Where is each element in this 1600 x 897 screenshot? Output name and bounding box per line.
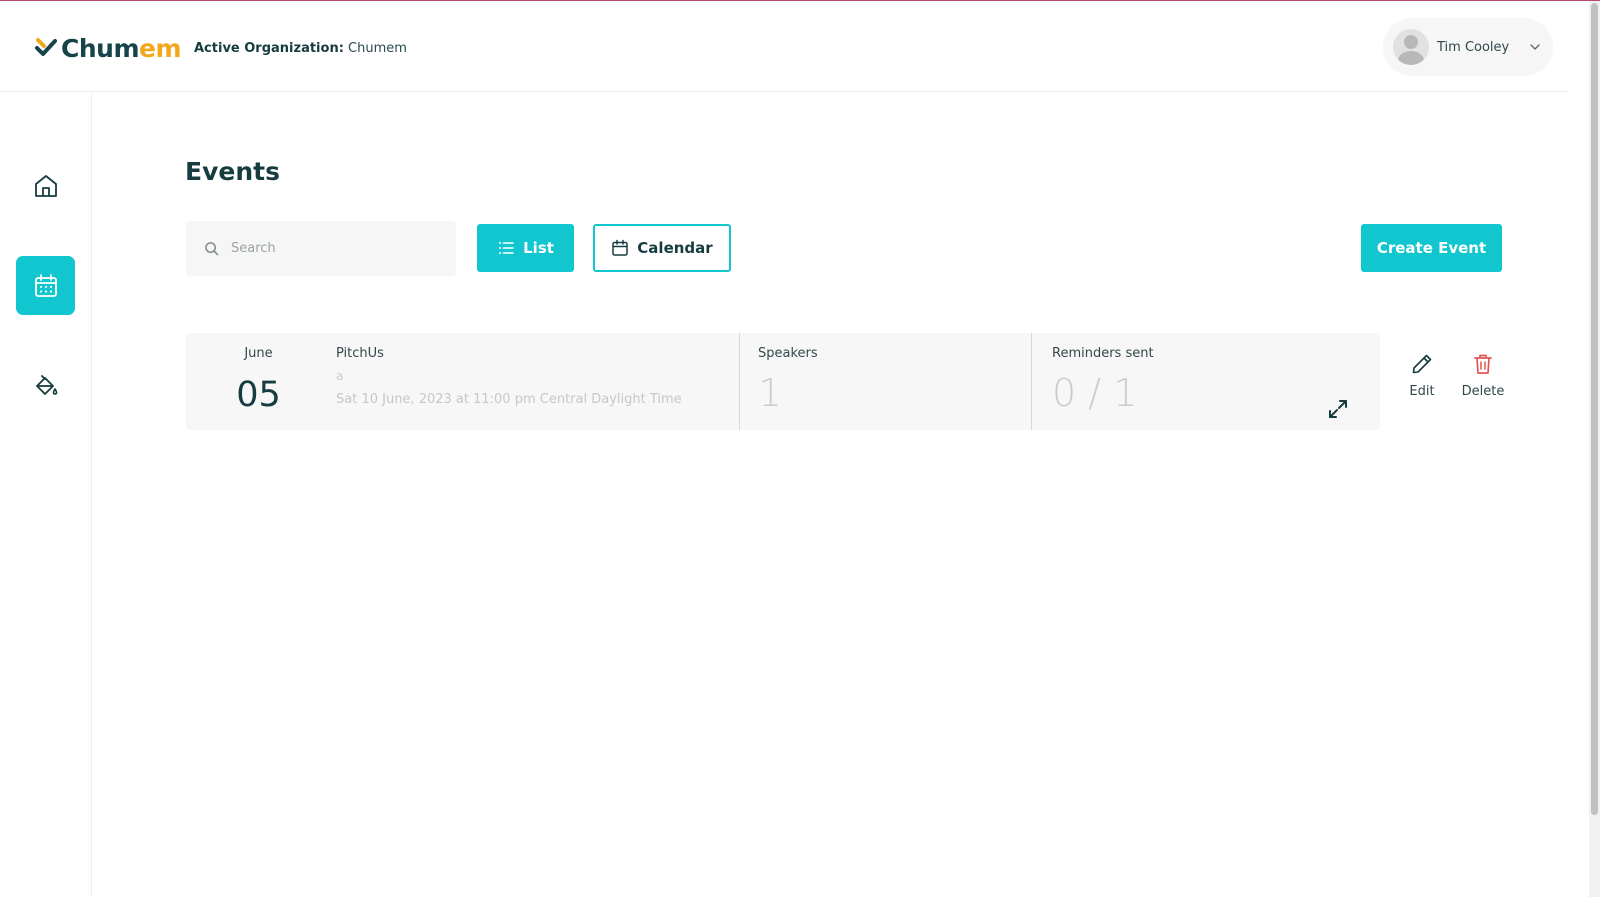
event-datetime: Sat 10 June, 2023 at 11:00 pm Central Da… — [336, 392, 682, 407]
scrollbar-thumb[interactable] — [1591, 3, 1598, 815]
user-name: Tim Cooley — [1437, 39, 1510, 55]
delete-label: Delete — [1461, 384, 1505, 399]
search-input[interactable] — [231, 241, 431, 256]
trash-icon — [1474, 354, 1492, 374]
app-header: Chumem Active Organization: Chumem Tim C… — [0, 1, 1568, 92]
logo-check-icon — [35, 38, 57, 56]
paint-bucket-icon — [35, 374, 57, 395]
calendar-icon — [612, 239, 629, 256]
event-card[interactable]: June 05 PitchUs a Sat 10 June, 2023 at 1… — [186, 333, 1380, 430]
edit-event-button[interactable]: Edit — [1392, 352, 1452, 399]
list-view-button[interactable]: List — [477, 224, 574, 272]
list-icon — [499, 242, 514, 254]
event-subtitle: a — [336, 369, 344, 383]
home-icon — [34, 174, 57, 197]
event-date: June 05 — [186, 333, 331, 430]
reminders-count: 0 / 1 — [1052, 371, 1138, 415]
delete-event-button[interactable]: Delete — [1453, 352, 1513, 399]
edit-label: Edit — [1409, 384, 1435, 399]
chevron-down-icon — [1530, 44, 1540, 50]
event-info: PitchUs a Sat 10 June, 2023 at 11:00 pm … — [336, 333, 736, 430]
reminders-label: Reminders sent — [1052, 346, 1154, 361]
reminders-column: Reminders sent 0 / 1 — [1052, 333, 1372, 430]
column-divider — [1031, 333, 1032, 430]
speakers-count: 1 — [758, 371, 783, 415]
list-view-label: List — [523, 239, 554, 257]
column-divider — [739, 333, 740, 430]
event-day: 05 — [236, 375, 281, 415]
sidebar-item-theme[interactable] — [16, 356, 75, 415]
active-organization-label: Active Organization: — [194, 41, 344, 56]
page-scrollbar[interactable] — [1589, 1, 1600, 897]
calendar-icon — [34, 273, 57, 297]
page-title: Events — [185, 157, 280, 186]
avatar — [1393, 29, 1429, 65]
search-box[interactable] — [186, 221, 456, 276]
event-month: June — [244, 346, 273, 361]
sidebar-item-events[interactable] — [16, 256, 75, 315]
calendar-view-label: Calendar — [637, 239, 713, 257]
active-organization: Active Organization: Chumem — [194, 41, 407, 56]
active-organization-name: Chumem — [348, 41, 407, 56]
event-name: PitchUs — [336, 346, 384, 361]
search-icon — [205, 242, 219, 256]
app-logo[interactable]: Chumem — [35, 31, 182, 65]
sidebar — [0, 93, 92, 897]
speakers-label: Speakers — [758, 346, 818, 361]
create-event-button[interactable]: Create Event — [1361, 224, 1502, 272]
logo-text: Chumem — [61, 33, 182, 63]
pencil-icon — [1412, 354, 1432, 374]
user-menu[interactable]: Tim Cooley — [1383, 18, 1553, 76]
expand-icon[interactable] — [1326, 397, 1350, 421]
calendar-view-button[interactable]: Calendar — [593, 224, 731, 272]
speakers-column: Speakers 1 — [758, 333, 1018, 430]
sidebar-item-home[interactable] — [16, 156, 75, 215]
